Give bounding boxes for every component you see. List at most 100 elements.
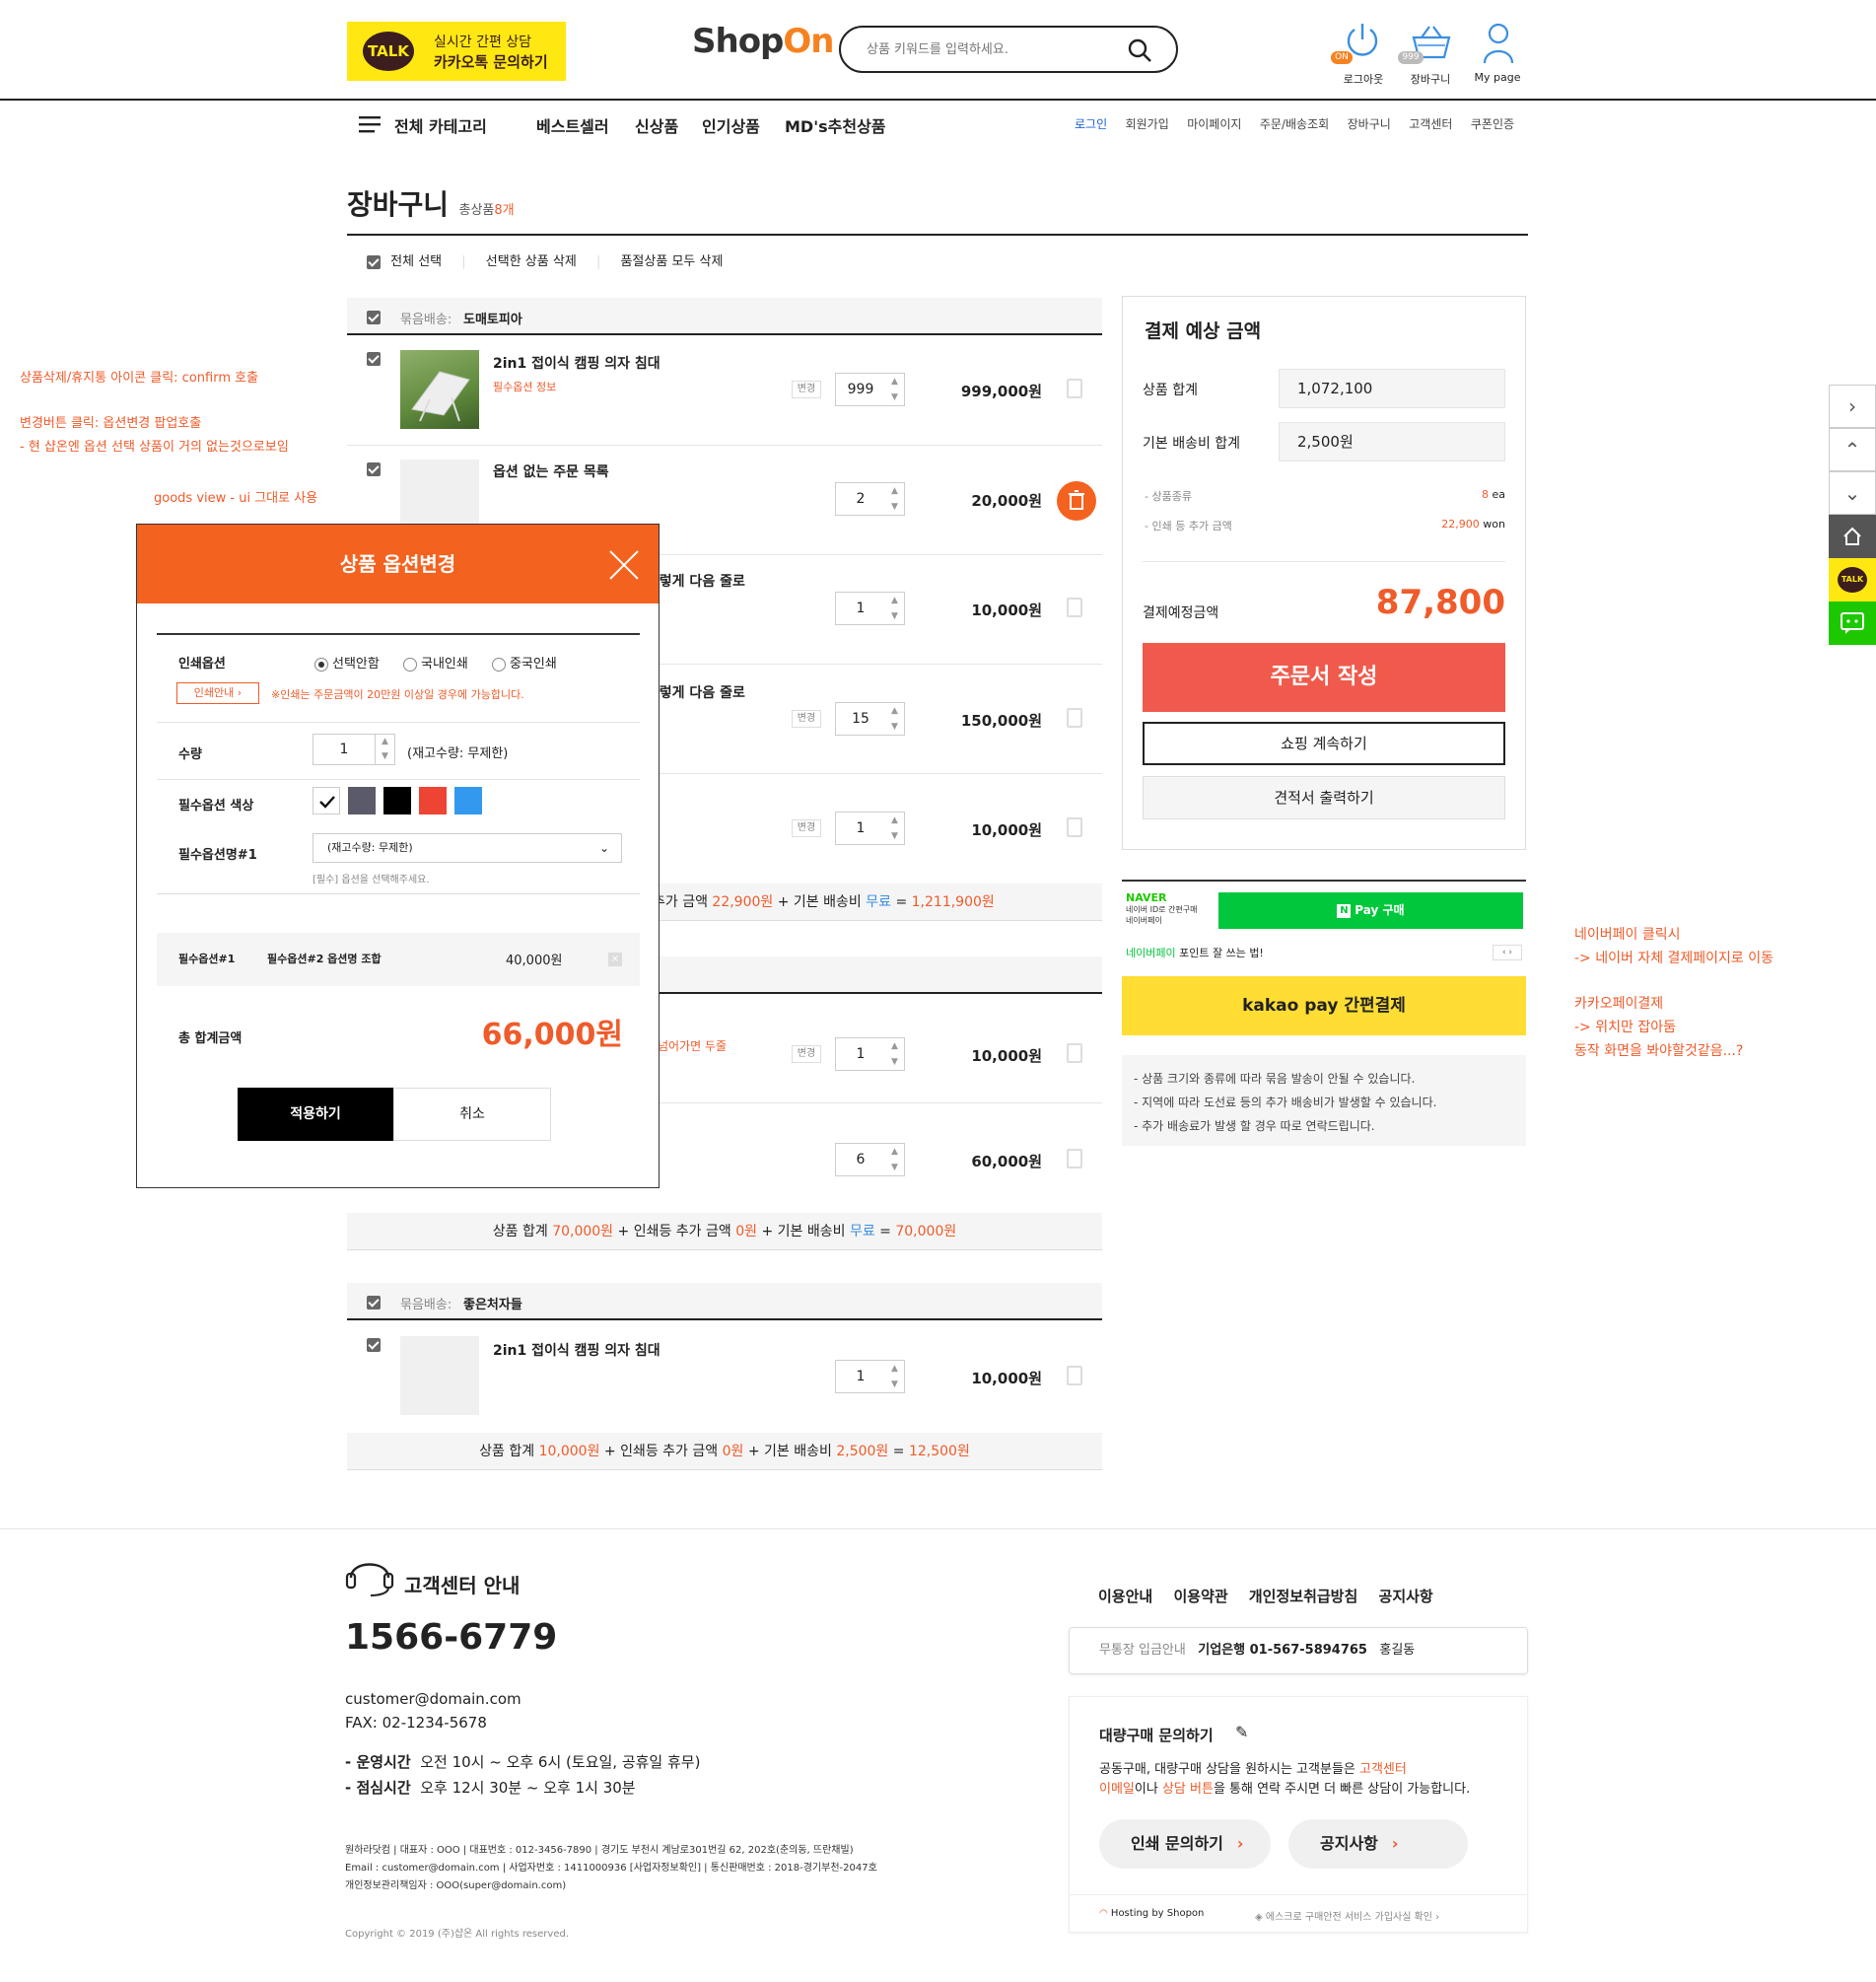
up-arrow-icon[interactable]: ▲: [885, 703, 904, 719]
link-login[interactable]: 로그인: [1075, 117, 1107, 131]
color-swatch-blue[interactable]: [454, 787, 482, 814]
trash-icon[interactable]: [1067, 1366, 1082, 1385]
down-arrow-icon[interactable]: ▼: [885, 828, 904, 844]
trash-icon-active[interactable]: [1057, 481, 1096, 521]
trash-icon[interactable]: [1067, 1149, 1082, 1168]
hosting-link[interactable]: ◠ Hosting by Shopon: [1099, 1908, 1204, 1919]
trash-icon[interactable]: [1067, 817, 1082, 837]
link-cart[interactable]: 장바구니: [1348, 117, 1391, 131]
link-join[interactable]: 회원가입: [1126, 117, 1169, 131]
group-checkbox[interactable]: [367, 311, 381, 324]
naver-pay-button[interactable]: N Pay 구매: [1218, 892, 1523, 929]
change-option-button[interactable]: 변경: [792, 819, 821, 837]
kakao-pay-button[interactable]: kakao pay 간편결제: [1122, 976, 1526, 1035]
up-arrow-icon[interactable]: ▲: [885, 813, 904, 828]
quantity-stepper[interactable]: ▲ ▼: [885, 1143, 905, 1176]
quantity-stepper[interactable]: ▲ ▼: [885, 373, 905, 406]
delete-selected-button[interactable]: 선택한 상품 삭제: [486, 254, 577, 269]
kakao-talk-inquiry-button[interactable]: TALK 실시간 간편 상담 카카오톡 문의하기: [347, 22, 566, 81]
cancel-button[interactable]: 취소: [393, 1088, 551, 1141]
link-notice[interactable]: 공지사항: [1379, 1588, 1433, 1605]
quantity-input[interactable]: 1: [835, 812, 886, 845]
item-checkbox[interactable]: [367, 462, 381, 476]
logout-button[interactable]: ON 로그아웃: [1331, 22, 1396, 89]
color-swatch-black[interactable]: [383, 787, 411, 814]
product-name[interactable]: 옵션 없는 주문 목록: [493, 461, 609, 481]
up-arrow-icon[interactable]: ▲: [885, 593, 904, 608]
side-home-icon[interactable]: [1829, 515, 1876, 558]
trash-icon[interactable]: [1067, 708, 1082, 728]
modal-quantity-input[interactable]: 1: [313, 734, 376, 765]
radio-domestic[interactable]: [402, 657, 417, 672]
link-mypage[interactable]: 마이페이지: [1187, 117, 1241, 131]
color-swatch-white[interactable]: [313, 787, 340, 814]
print-quote-button[interactable]: 견적서 출력하기: [1143, 776, 1505, 819]
up-arrow-icon[interactable]: ▲: [885, 483, 904, 499]
change-option-button[interactable]: 변경: [792, 1045, 821, 1063]
nav-popular[interactable]: 인기상품: [702, 113, 760, 137]
side-scroll-down-icon[interactable]: ⌄: [1829, 471, 1876, 515]
naver-point-link[interactable]: 네이버페이 포인트 잘 쓰는 법!: [1126, 945, 1264, 960]
up-arrow-icon[interactable]: ▲: [376, 735, 394, 749]
down-arrow-icon[interactable]: ▼: [885, 1054, 904, 1070]
continue-shopping-button[interactable]: 쇼핑 계속하기: [1143, 722, 1505, 765]
link-coupon[interactable]: 쿠폰인증: [1471, 117, 1514, 131]
change-option-button[interactable]: 변경: [792, 381, 821, 398]
order-button[interactable]: 주문서 작성: [1143, 643, 1505, 712]
trash-icon[interactable]: [1067, 379, 1082, 398]
side-chat-icon[interactable]: [1829, 602, 1876, 645]
quantity-input[interactable]: 999: [835, 373, 886, 406]
quantity-stepper[interactable]: ▲ ▼: [885, 592, 905, 625]
radio-china[interactable]: [491, 657, 506, 672]
modal-quantity-stepper[interactable]: ▲ ▼: [376, 734, 395, 765]
down-arrow-icon[interactable]: ▼: [885, 1160, 904, 1175]
up-arrow-icon[interactable]: ▲: [885, 1038, 904, 1054]
quantity-input[interactable]: 1: [835, 1037, 886, 1071]
change-option-button[interactable]: 변경: [792, 710, 821, 728]
trash-icon[interactable]: [1067, 598, 1082, 617]
up-arrow-icon[interactable]: ▲: [885, 374, 904, 389]
product-name[interactable]: 2in1 접이식 캠핑 의자 침대: [493, 1340, 660, 1360]
color-swatch-gray[interactable]: [348, 787, 376, 814]
product-thumbnail[interactable]: [400, 350, 479, 429]
print-guide-button[interactable]: 인쇄안내 ›: [176, 682, 259, 704]
apply-button[interactable]: 적용하기: [238, 1088, 393, 1141]
product-name[interactable]: l렇게 다음 줄로: [655, 571, 745, 591]
product-name[interactable]: l렇게 다음 줄로: [655, 682, 745, 702]
quantity-stepper[interactable]: ▲ ▼: [885, 702, 905, 736]
side-kakao-talk-icon[interactable]: TALK: [1829, 558, 1876, 602]
option-select[interactable]: (재고수량: 무제한) ⌄: [313, 833, 622, 863]
item-checkbox[interactable]: [367, 352, 381, 366]
side-scroll-up-icon[interactable]: ⌃: [1829, 428, 1876, 471]
select-all-checkbox[interactable]: [367, 254, 381, 269]
down-arrow-icon[interactable]: ▼: [376, 749, 394, 764]
link-guide[interactable]: 이용안내: [1098, 1588, 1152, 1605]
color-swatch-red[interactable]: [419, 787, 447, 814]
link-privacy[interactable]: 개인정보취급방침: [1249, 1588, 1357, 1605]
side-next-icon[interactable]: ›: [1829, 385, 1876, 428]
naver-paging[interactable]: ‹ ›: [1493, 945, 1522, 960]
product-thumbnail[interactable]: [400, 1336, 479, 1415]
nav-md-pick[interactable]: MD's추천상품: [785, 113, 886, 137]
up-arrow-icon[interactable]: ▲: [885, 1144, 904, 1160]
search-input[interactable]: [867, 37, 1113, 61]
radio-none[interactable]: [314, 657, 328, 672]
quantity-stepper[interactable]: ▲ ▼: [885, 812, 905, 845]
nav-bestseller[interactable]: 베스트셀러: [536, 113, 609, 137]
item-checkbox[interactable]: [367, 1338, 381, 1352]
down-arrow-icon[interactable]: ▼: [885, 499, 904, 515]
down-arrow-icon[interactable]: ▼: [885, 389, 904, 405]
quantity-stepper[interactable]: ▲ ▼: [885, 1037, 905, 1071]
link-order-tracking[interactable]: 주문/배송조회: [1260, 117, 1329, 131]
down-arrow-icon[interactable]: ▼: [885, 1377, 904, 1392]
notice-button[interactable]: 공지사항 ›: [1288, 1819, 1468, 1869]
product-name[interactable]: 2in1 접이식 캠핑 의자 침대: [493, 353, 660, 373]
quantity-input[interactable]: 1: [835, 1360, 886, 1393]
all-category-button[interactable]: 전체 카테고리: [359, 110, 517, 138]
search-icon[interactable]: [1127, 37, 1152, 63]
print-inquiry-button[interactable]: 인쇄 문의하기 ›: [1099, 1819, 1271, 1869]
trash-icon[interactable]: [1067, 1043, 1082, 1063]
close-icon[interactable]: [608, 549, 640, 581]
delete-soldout-button[interactable]: 품절상품 모두 삭제: [620, 254, 723, 269]
remove-combo-icon[interactable]: ×: [608, 953, 622, 966]
